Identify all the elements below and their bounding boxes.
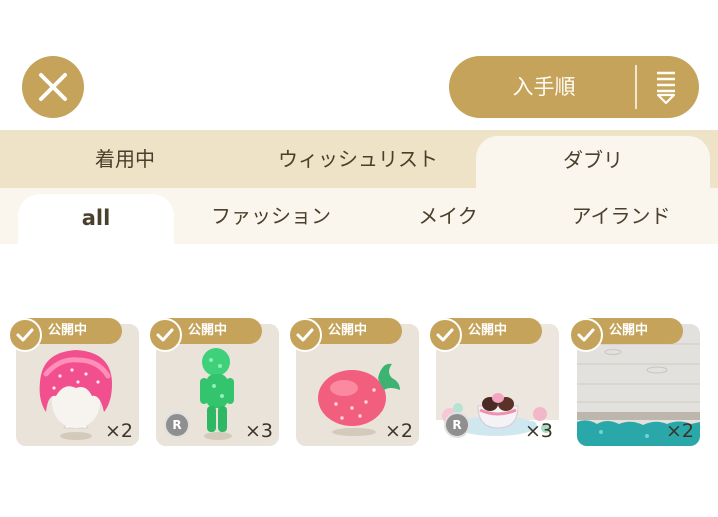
item-count: ×3 — [244, 420, 273, 442]
close-button[interactable] — [22, 56, 84, 118]
sort-icon — [656, 71, 676, 105]
tab-wishlist[interactable]: ウィッシュリスト — [240, 130, 476, 188]
secondary-tab-bar: all ファッション メイク アイランド — [0, 188, 718, 244]
sort-divider — [635, 65, 637, 109]
tab-duplicates[interactable]: ダブリ — [476, 136, 710, 188]
primary-tab-bar: 着用中 ウィッシュリスト ダブリ — [0, 130, 718, 188]
tab-island[interactable]: アイランド — [540, 188, 702, 244]
close-icon — [39, 73, 67, 101]
rarity-badge: R — [444, 412, 470, 438]
item-count: ×3 — [524, 420, 553, 442]
item-count: ×2 — [384, 420, 413, 442]
check-icon — [569, 318, 603, 352]
item-count: ×2 — [665, 420, 694, 442]
tab-all[interactable]: all — [18, 194, 174, 244]
item-count: ×2 — [104, 420, 133, 442]
check-icon — [288, 318, 322, 352]
check-icon — [428, 318, 462, 352]
item-grid: ×2 公開中 R ×3 公開中 ×2 公開中 R ×3 公開中 ×2 公開中 — [0, 310, 718, 460]
tab-makeup[interactable]: メイク — [378, 188, 518, 244]
sort-button[interactable]: 入手順 — [449, 56, 699, 118]
check-icon — [8, 318, 42, 352]
check-icon — [148, 318, 182, 352]
tab-wearing[interactable]: 着用中 — [40, 130, 210, 188]
sort-label: 入手順 — [512, 75, 576, 99]
rarity-badge: R — [164, 412, 190, 438]
tab-fashion[interactable]: ファッション — [186, 188, 356, 244]
